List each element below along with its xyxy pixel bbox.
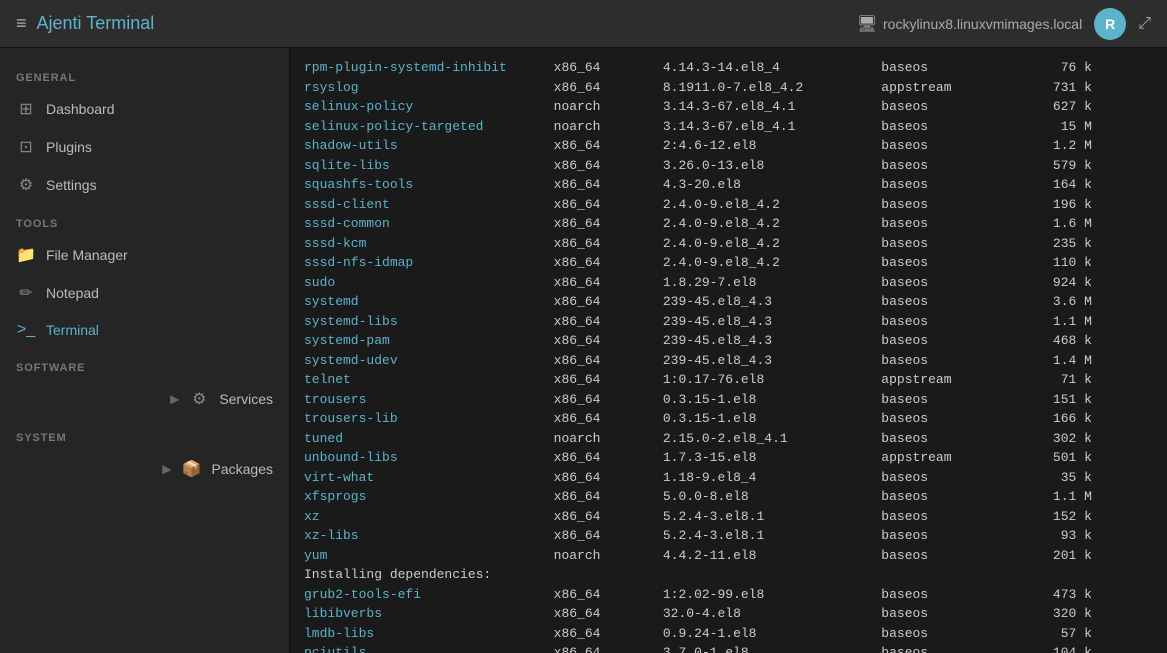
app-title: Ajenti Terminal: [37, 13, 155, 34]
table-row: systemd-udev x86_64 239-45.el8_4.3 baseo…: [304, 351, 1153, 371]
sidebar-item-packages[interactable]: ▶ 📦 Packages: [0, 450, 289, 488]
sidebar-item-settings[interactable]: ⚙ Settings: [0, 166, 289, 204]
sidebar-notepad-label: Notepad: [46, 285, 99, 301]
table-row: telnet x86_64 1:0.17-76.el8 appstream 71…: [304, 370, 1153, 390]
app-subtitle: Terminal: [86, 13, 154, 33]
topbar-left: ≡ Ajenti Terminal: [16, 13, 154, 34]
sidebar-services-label: Services: [219, 391, 273, 407]
table-row: selinux-policy-targeted noarch 3.14.3-67…: [304, 117, 1153, 137]
expand-icon[interactable]: ⤢: [1138, 15, 1151, 33]
table-row: tuned noarch 2.15.0-2.el8_4.1 baseos 302…: [304, 429, 1153, 449]
hamburger-icon[interactable]: ≡: [16, 13, 27, 34]
sidebar-file-manager-label: File Manager: [46, 247, 128, 263]
table-row: rpm-plugin-systemd-inhibit x86_64 4.14.3…: [304, 58, 1153, 78]
sidebar-item-terminal[interactable]: >_ Terminal: [0, 312, 289, 348]
terminal-icon: >_: [16, 321, 36, 339]
table-row: trousers-lib x86_64 0.3.15-1.el8 baseos …: [304, 409, 1153, 429]
sidebar-dashboard-label: Dashboard: [46, 101, 115, 117]
folder-icon: 📁: [16, 245, 36, 265]
server-icon: 🖥: [857, 14, 877, 34]
sidebar-settings-label: Settings: [46, 177, 97, 193]
general-section-label: GENERAL: [0, 58, 289, 90]
sidebar-plugins-label: Plugins: [46, 139, 92, 155]
packages-icon: 📦: [182, 459, 202, 479]
plugins-icon: ⊡: [16, 137, 36, 157]
app-name: Ajenti: [37, 13, 82, 33]
dashboard-icon: ⊞: [16, 99, 36, 119]
software-section-label: SOFTWARE: [0, 348, 289, 380]
table-row: unbound-libs x86_64 1.7.3-15.el8 appstre…: [304, 448, 1153, 468]
sidebar-terminal-label: Terminal: [46, 322, 99, 338]
terminal-output[interactable]: rpm-plugin-systemd-inhibit x86_64 4.14.3…: [290, 48, 1167, 653]
table-row: yum noarch 4.4.2-11.el8 baseos 201 k: [304, 546, 1153, 566]
table-row: shadow-utils x86_64 2:4.6-12.el8 baseos …: [304, 136, 1153, 156]
table-row: xz-libs x86_64 5.2.4-3.el8.1 baseos 93 k: [304, 526, 1153, 546]
table-row: xz x86_64 5.2.4-3.el8.1 baseos 152 k: [304, 507, 1153, 527]
table-row: virt-what x86_64 1.18-9.el8_4 baseos 35 …: [304, 468, 1153, 488]
tools-section-label: TOOLS: [0, 204, 289, 236]
sidebar-item-plugins[interactable]: ⊡ Plugins: [0, 128, 289, 166]
sidebar-packages-label: Packages: [212, 461, 273, 477]
table-row: trousers x86_64 0.3.15-1.el8 baseos 151 …: [304, 390, 1153, 410]
main-layout: GENERAL ⊞ Dashboard ⊡ Plugins ⚙ Settings…: [0, 48, 1167, 653]
sidebar-item-services[interactable]: ▶ ⚙ Services: [0, 380, 289, 418]
table-row: systemd x86_64 239-45.el8_4.3 baseos 3.6…: [304, 292, 1153, 312]
table-row: pciutils x86_64 3.7.0-1.el8 baseos 104 k: [304, 643, 1153, 653]
chevron-right-icon: ▶: [170, 392, 179, 406]
topbar: ≡ Ajenti Terminal 🖥 rockylinux8.linuxvmi…: [0, 0, 1167, 48]
sidebar-item-dashboard[interactable]: ⊞ Dashboard: [0, 90, 289, 128]
table-row: sssd-common x86_64 2.4.0-9.el8_4.2 baseo…: [304, 214, 1153, 234]
table-row: sssd-client x86_64 2.4.0-9.el8_4.2 baseo…: [304, 195, 1153, 215]
topbar-right: 🖥 rockylinux8.linuxvmimages.local R ⤢: [857, 8, 1151, 40]
host-info: 🖥 rockylinux8.linuxvmimages.local: [857, 14, 1083, 34]
host-name: rockylinux8.linuxvmimages.local: [883, 16, 1082, 32]
notepad-icon: ✏: [16, 283, 36, 303]
table-row: systemd-pam x86_64 239-45.el8_4.3 baseos…: [304, 331, 1153, 351]
table-row: sqlite-libs x86_64 3.26.0-13.el8 baseos …: [304, 156, 1153, 176]
gear-icon: ⚙: [16, 175, 36, 195]
services-icon: ⚙: [189, 389, 209, 409]
table-row: lmdb-libs x86_64 0.9.24-1.el8 baseos 57 …: [304, 624, 1153, 644]
table-row: selinux-policy noarch 3.14.3-67.el8_4.1 …: [304, 97, 1153, 117]
table-row: sudo x86_64 1.8.29-7.el8 baseos 924 k: [304, 273, 1153, 293]
table-row: xfsprogs x86_64 5.0.0-8.el8 baseos 1.1 M: [304, 487, 1153, 507]
table-row: sssd-nfs-idmap x86_64 2.4.0-9.el8_4.2 ba…: [304, 253, 1153, 273]
installing-deps-label: Installing dependencies:: [304, 565, 1153, 585]
system-section-label: SYSTEM: [0, 418, 289, 450]
table-row: rsyslog x86_64 8.1911.0-7.el8_4.2 appstr…: [304, 78, 1153, 98]
chevron-right-icon-pkg: ▶: [162, 462, 171, 476]
sidebar: GENERAL ⊞ Dashboard ⊡ Plugins ⚙ Settings…: [0, 48, 290, 653]
sidebar-item-file-manager[interactable]: 📁 File Manager: [0, 236, 289, 274]
avatar[interactable]: R: [1094, 8, 1126, 40]
table-row: grub2-tools-efi x86_64 1:2.02-99.el8 bas…: [304, 585, 1153, 605]
table-row: systemd-libs x86_64 239-45.el8_4.3 baseo…: [304, 312, 1153, 332]
table-row: squashfs-tools x86_64 4.3-20.el8 baseos …: [304, 175, 1153, 195]
table-row: sssd-kcm x86_64 2.4.0-9.el8_4.2 baseos 2…: [304, 234, 1153, 254]
sidebar-item-notepad[interactable]: ✏ Notepad: [0, 274, 289, 312]
table-row: libibverbs x86_64 32.0-4.el8 baseos 320 …: [304, 604, 1153, 624]
